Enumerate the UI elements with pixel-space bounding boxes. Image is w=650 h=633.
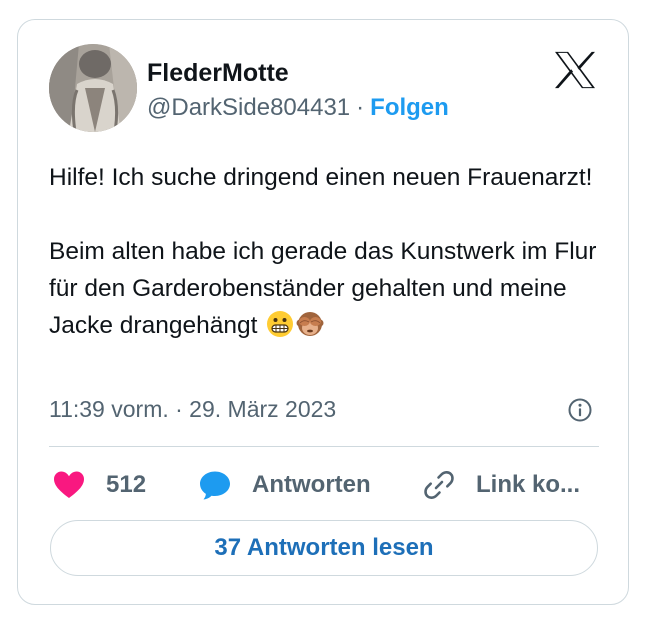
copy-link-button[interactable]: Link ko...: [422, 466, 580, 504]
tweet-body: Hilfe! Ich suche dringend einen neuen Fr…: [49, 164, 597, 339]
tweet-card: FlederMotte @DarkSide804431 · Folgen Hilfe…: [17, 19, 629, 605]
info-icon[interactable]: [567, 397, 593, 423]
read-replies-button[interactable]: 37 Antworten lesen: [50, 520, 598, 576]
speech-bubble-icon: [198, 468, 232, 502]
tweet-text: Hilfe! Ich suche dringend einen neuen Fr…: [49, 159, 609, 344]
heart-icon: [52, 468, 86, 502]
tweet-timestamp[interactable]: 11:39 vorm. · 29. März 2023: [49, 395, 336, 423]
reply-label: Antworten: [252, 471, 371, 498]
avatar-image: [49, 44, 137, 132]
avatar[interactable]: [49, 44, 137, 132]
see-no-evil-monkey-icon: [296, 310, 324, 338]
follow-button[interactable]: Folgen: [370, 94, 449, 121]
handle-separator: ·: [356, 94, 365, 121]
author-handle-row: @DarkSide804431 · Folgen: [147, 93, 449, 123]
x-logo-icon[interactable]: [553, 50, 597, 90]
divider: [49, 446, 599, 447]
link-icon: [422, 468, 456, 502]
author-handle[interactable]: @DarkSide804431: [147, 94, 350, 121]
grimacing-face-icon: [266, 310, 294, 338]
author-display-name[interactable]: FlederMotte: [147, 58, 289, 88]
copy-link-label: Link ko...: [476, 471, 581, 498]
like-count: 512: [106, 471, 147, 498]
reply-button[interactable]: Antworten: [198, 466, 371, 504]
like-button[interactable]: 512: [52, 466, 146, 504]
